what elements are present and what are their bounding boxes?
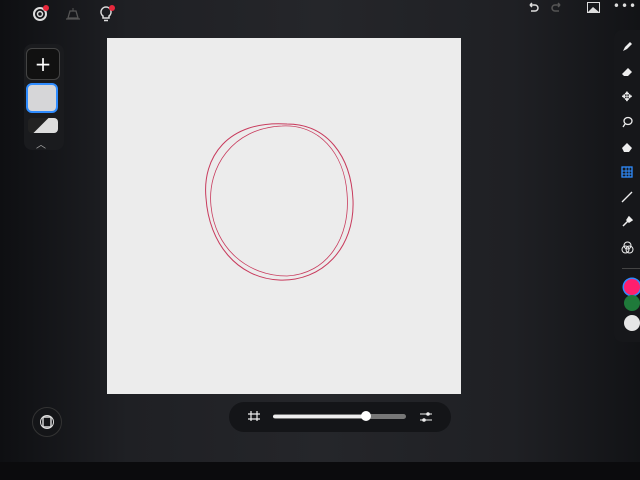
size-slider-fill [273, 415, 367, 418]
eraser-tool-icon[interactable] [614, 61, 640, 83]
size-slider-track[interactable] [273, 411, 406, 421]
redo-icon[interactable] [548, 0, 566, 14]
drawing-canvas[interactable] [107, 38, 461, 394]
layer-thumbnail[interactable] [26, 83, 58, 113]
secondary-color-swatch[interactable] [624, 295, 640, 311]
chevron-up-icon[interactable]: ︿ [36, 136, 46, 151]
add-layer-button[interactable]: + [26, 48, 60, 80]
bell-stack-icon[interactable] [63, 4, 83, 24]
line-tool-icon[interactable] [614, 186, 640, 208]
bottom-strip [0, 462, 640, 480]
undo-icon[interactable] [524, 0, 542, 14]
background-layer[interactable] [28, 118, 58, 133]
drawn-circle-stroke [205, 123, 354, 281]
reference-toggle-icon[interactable] [32, 407, 62, 437]
layers-panel: + ︿ [24, 44, 64, 151]
size-slider-knob[interactable] [361, 411, 372, 421]
more-icon[interactable]: ••• [613, 0, 636, 13]
plus-icon: + [34, 52, 52, 76]
brush-tool-icon[interactable] [614, 36, 640, 58]
notification-dot [43, 5, 49, 11]
grid-snap-icon[interactable] [245, 408, 263, 426]
lasso-tool-icon[interactable] [614, 111, 640, 133]
image-icon[interactable] [584, 0, 602, 14]
tertiary-color-swatch[interactable] [624, 315, 640, 331]
blend-tool-icon[interactable] [614, 236, 640, 258]
divider [622, 268, 640, 269]
move-tool-icon[interactable]: ✥ [614, 86, 640, 108]
primary-color-swatch[interactable] [624, 279, 640, 295]
lightbulb-icon[interactable] [96, 4, 116, 24]
perspective-grid-tool-icon[interactable] [614, 161, 640, 183]
brush-slider-bar [229, 402, 451, 432]
adjustments-icon[interactable] [417, 408, 435, 426]
fill-tool-icon[interactable] [614, 136, 640, 158]
notification-dot [109, 5, 115, 11]
eyedropper-tool-icon[interactable] [614, 211, 640, 233]
gallery-swirl-icon[interactable] [30, 4, 50, 24]
